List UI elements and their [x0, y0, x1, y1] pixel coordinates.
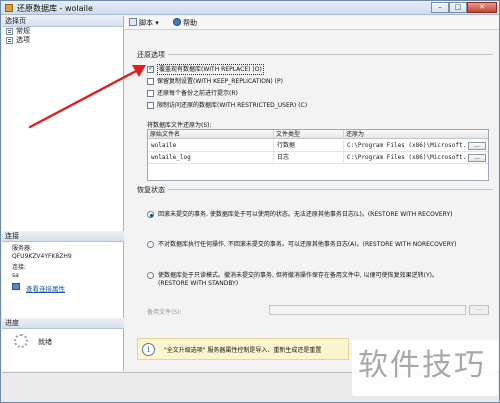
browse-button[interactable]: ... — [468, 142, 486, 150]
radio-label: 回滚未提交的事务, 使数据库处于可以使用的状态。无法还原其他事务日志(L)。(R… — [158, 211, 453, 218]
help-icon — [173, 18, 181, 26]
browse-button[interactable]: ... — [468, 154, 486, 162]
standby-file-label: 备用文件(S): — [147, 309, 182, 316]
cell-restore-path[interactable]: C:\Program Files (x86)\Microsoft... — [344, 152, 466, 164]
connection-section: 连接 服务器: QFU9KZV4YFK8ZH9 连接: sa 查看连接属性 — [2, 231, 124, 293]
cell-original-name: wolaile_log — [148, 152, 274, 164]
watermark: 软件技巧 — [352, 340, 498, 396]
table-row[interactable]: wolaile_log 日志 C:\Program Files (x86)\Mi… — [148, 152, 488, 164]
view-connection-label: 查看连接属性 — [26, 285, 65, 293]
page-item-label: 常规 — [16, 27, 30, 35]
minimize-button[interactable]: – — [431, 2, 449, 13]
checkbox-box[interactable] — [147, 64, 154, 73]
option-label: 还原每个备份之前进行提示(R) — [157, 90, 238, 97]
radio-dot[interactable] — [147, 272, 154, 279]
standby-browse-button[interactable]: ... — [469, 305, 489, 315]
info-icon: i — [142, 343, 155, 356]
server-label: 服务器: — [12, 245, 33, 252]
checkbox-box[interactable] — [147, 90, 154, 97]
column-file-type[interactable]: 文件类型 — [274, 130, 344, 139]
restore-files-grid: 原始文件名 文件类型 还原为 wolaile 行数据 C:\Program Fi… — [147, 129, 489, 181]
page-item-options[interactable]: 选项 — [2, 36, 123, 45]
chevron-down-icon[interactable]: ▾ — [155, 19, 159, 27]
select-page-header: 选择页 — [2, 16, 123, 27]
table-row[interactable]: wolaile 行数据 C:\Program Files (x86)\Micro… — [148, 140, 488, 152]
script-label: 脚本 — [139, 19, 153, 27]
script-button[interactable]: 脚本 ▾ — [129, 18, 159, 28]
left-pane: 选择页 常规 选项 连接 服务器: QFU9KZV4YFK8ZH9 连接: sa… — [2, 16, 124, 371]
option-label: 覆盖现有数据库(WITH REPLACE) (O) — [157, 64, 264, 75]
connection-value: sa — [12, 272, 19, 279]
toolbar: 脚本 ▾ 帮助 — [125, 16, 499, 30]
column-restore-as[interactable]: 还原为 — [344, 130, 488, 139]
restore-options-title: 还原选项 — [137, 50, 168, 60]
cell-file-type: 日志 — [274, 152, 344, 164]
help-button[interactable]: 帮助 — [173, 18, 197, 28]
option-label: 限制访问还原的数据库(WITH RESTRICTED_USER) (C) — [157, 102, 308, 109]
window-controls: – □ ✕ — [431, 2, 497, 13]
radio-label: 不对数据库执行任何操作, 不回滚未提交的事务。可以还原其他事务日志(A)。(RE… — [158, 241, 457, 248]
options-page: 脚本 ▾ 帮助 还原选项 覆盖现有数据库(WITH REPLACE) (O) 保… — [125, 16, 499, 371]
radio-dot[interactable] — [147, 241, 154, 248]
page-icon — [6, 37, 13, 44]
grid-header: 原始文件名 文件类型 还原为 — [148, 130, 488, 139]
info-text: "全文升级选项" 服务器属性控制是导入、重新生成还是重置 — [164, 347, 322, 354]
radio-label-line2: (RESTORE WITH STANDBY) — [158, 280, 239, 287]
server-info: 服务器: QFU9KZV4YFK8ZH9 — [2, 242, 124, 261]
standby-file-input[interactable] — [269, 305, 466, 315]
properties-icon — [12, 283, 20, 290]
view-connection-properties-link[interactable]: 查看连接属性 — [2, 280, 124, 293]
title-bar[interactable]: 还原数据库 - wolaile – □ ✕ — [1, 1, 499, 15]
cell-original-name: wolaile — [148, 140, 274, 152]
recovery-state-title: 恢复状态 — [137, 185, 168, 195]
restore-files-label: 将数据库文件还原为(S): — [147, 122, 212, 129]
radio-dot[interactable] — [147, 211, 154, 218]
script-icon — [129, 18, 137, 26]
page-item-label: 选项 — [16, 36, 30, 44]
connection-header: 连接 — [2, 231, 124, 242]
page-item-general[interactable]: 常规 — [2, 27, 123, 36]
server-value: QFU9KZV4YFK8ZH9 — [12, 253, 72, 260]
column-original-name[interactable]: 原始文件名 — [148, 130, 274, 139]
cell-file-type: 行数据 — [274, 140, 344, 152]
group-divider — [137, 189, 493, 190]
page-icon — [6, 28, 13, 35]
window-title: 还原数据库 - wolaile — [17, 4, 93, 13]
progress-spinner-icon — [14, 334, 28, 348]
connection-label: 连接: — [12, 264, 27, 271]
progress-status: 就绪 — [38, 338, 52, 346]
checkbox-box[interactable] — [147, 78, 154, 85]
checkbox-box[interactable] — [147, 102, 154, 109]
group-divider — [137, 54, 493, 55]
progress-header: 进度 — [2, 318, 124, 329]
database-icon — [5, 4, 13, 12]
maximize-button[interactable]: □ — [449, 2, 467, 13]
option-label: 保留复制设置(WITH KEEP_REPLICATION) (P) — [157, 78, 283, 85]
close-button[interactable]: ✕ — [467, 2, 497, 13]
progress-section: 进度 就绪 — [2, 318, 124, 348]
help-label: 帮助 — [183, 19, 197, 27]
connection-info: 连接: sa — [2, 261, 124, 280]
info-bar: i "全文升级选项" 服务器属性控制是导入、重新生成还是重置 — [137, 338, 349, 360]
cell-restore-path[interactable]: C:\Program Files (x86)\Microsoft... — [344, 140, 466, 152]
watermark-text: 软件技巧 — [358, 348, 486, 383]
